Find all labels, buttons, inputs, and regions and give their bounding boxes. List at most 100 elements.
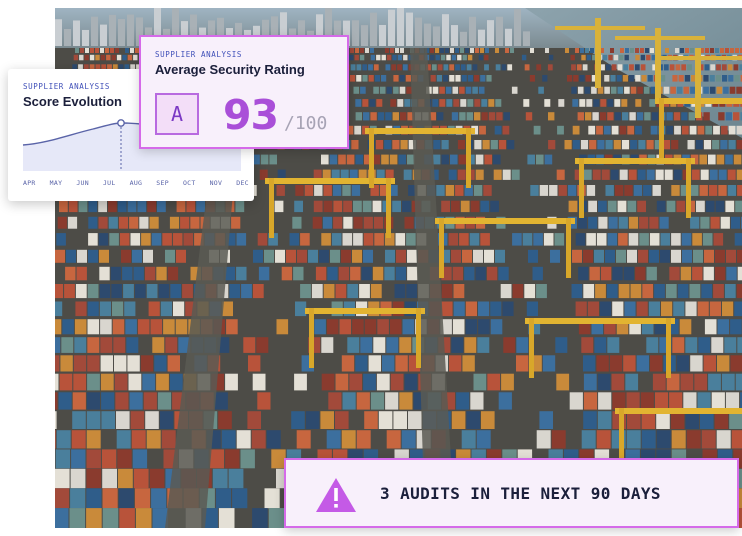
container [665, 48, 669, 53]
sparkline-marker-dot[interactable] [117, 119, 125, 127]
container [439, 86, 445, 94]
container [474, 140, 482, 150]
skyline-building [109, 14, 116, 46]
crane-beam [435, 218, 575, 224]
container [727, 185, 737, 196]
container [720, 216, 730, 229]
container [581, 430, 596, 449]
container [674, 125, 681, 135]
container [465, 86, 472, 94]
container [569, 392, 583, 410]
container [377, 319, 389, 335]
container [682, 249, 692, 263]
container [381, 154, 389, 165]
container [503, 337, 516, 353]
container [389, 319, 402, 335]
container [469, 233, 480, 246]
container [474, 99, 481, 107]
crane-leg [579, 158, 584, 218]
container [73, 54, 79, 61]
container [347, 284, 359, 299]
container [558, 185, 567, 196]
container [548, 54, 554, 61]
container [729, 86, 736, 94]
container [671, 430, 686, 449]
container [597, 411, 612, 429]
container [68, 200, 78, 213]
container [715, 200, 725, 213]
container [397, 54, 403, 61]
container [361, 266, 372, 281]
container [728, 75, 734, 82]
container [646, 54, 651, 61]
container [675, 64, 681, 71]
crane-leg [309, 308, 314, 368]
container [614, 185, 624, 196]
container [351, 185, 361, 196]
container [175, 319, 188, 335]
container [581, 337, 594, 353]
container [709, 169, 718, 180]
container [393, 411, 407, 429]
container [495, 48, 499, 53]
container [551, 430, 566, 449]
container [630, 140, 638, 150]
container [452, 266, 464, 281]
skyline-building [82, 29, 89, 46]
container [376, 373, 390, 391]
container [663, 86, 670, 94]
container [146, 284, 158, 299]
container [614, 112, 621, 121]
container [538, 86, 544, 94]
container [169, 373, 183, 391]
container [627, 125, 635, 135]
container [76, 266, 87, 281]
container [339, 319, 352, 335]
container [460, 48, 464, 53]
container [353, 233, 363, 246]
container [139, 216, 149, 229]
container [490, 319, 503, 335]
container [547, 64, 553, 71]
container [452, 86, 459, 94]
container [167, 355, 180, 372]
skyline-building [451, 25, 458, 46]
container [452, 319, 465, 335]
container [607, 112, 614, 121]
container [677, 284, 689, 299]
container [390, 48, 394, 53]
audits-alert-banner[interactable]: 3 AUDITS IN THE NEXT 90 DAYS [284, 458, 739, 528]
container [583, 169, 592, 180]
container [196, 200, 205, 213]
container [585, 75, 591, 82]
container [331, 233, 342, 246]
container [88, 233, 98, 246]
container [581, 54, 586, 61]
container [475, 48, 479, 53]
container [402, 200, 411, 213]
container [87, 355, 100, 372]
container [470, 48, 474, 53]
container [102, 488, 118, 509]
container [374, 75, 380, 82]
container [542, 355, 556, 372]
container [401, 430, 416, 449]
container [539, 185, 549, 196]
container [646, 140, 654, 150]
container [386, 86, 393, 94]
container [628, 233, 639, 246]
container [601, 169, 610, 180]
container [709, 86, 716, 94]
container [75, 301, 87, 317]
container [616, 75, 622, 82]
container [606, 284, 618, 299]
crane-leg [269, 178, 274, 238]
container [635, 266, 646, 281]
container [660, 249, 670, 263]
container [621, 140, 630, 150]
container [125, 319, 137, 335]
container [363, 233, 374, 246]
container [580, 140, 589, 150]
container [659, 216, 669, 229]
month-label: JUN [76, 179, 89, 187]
